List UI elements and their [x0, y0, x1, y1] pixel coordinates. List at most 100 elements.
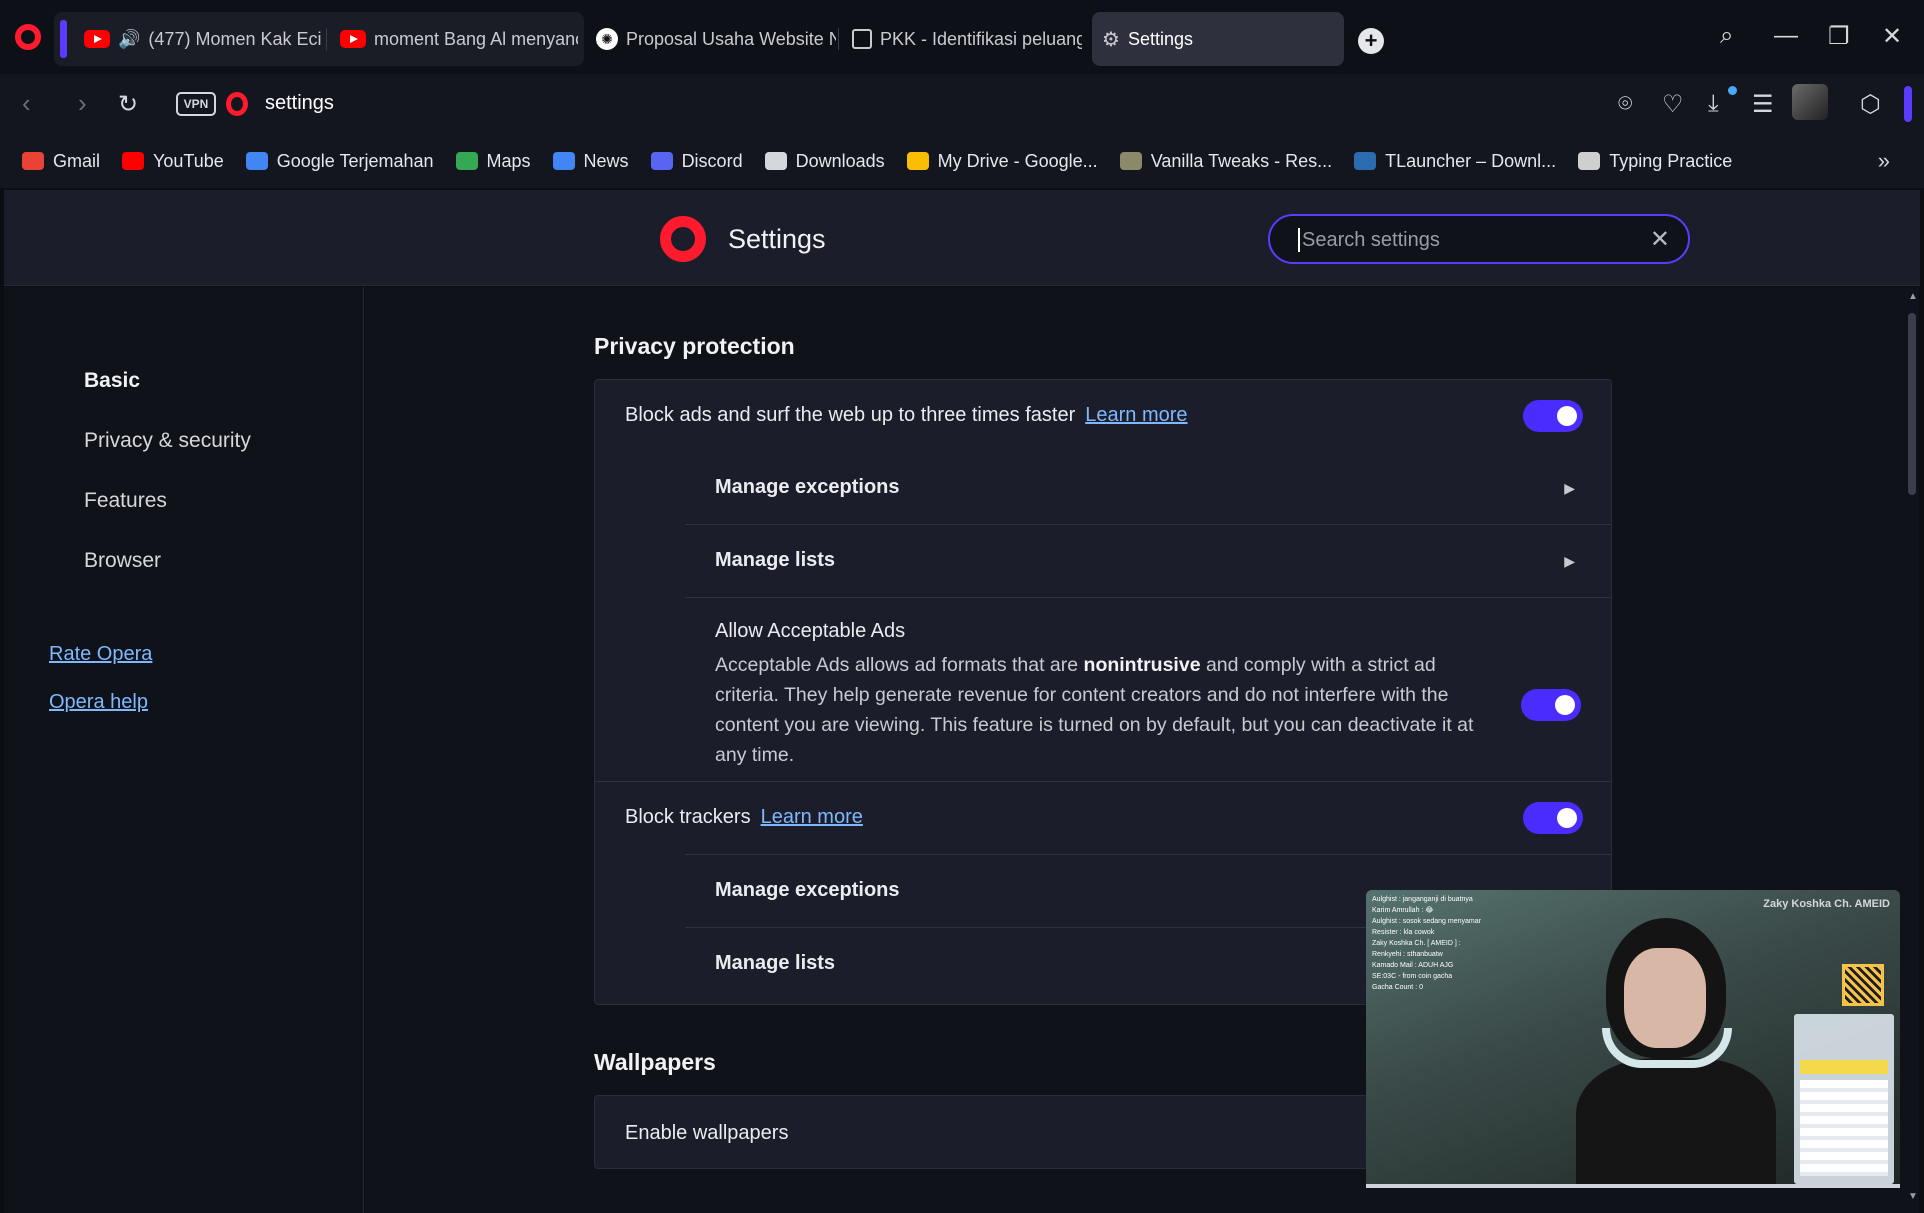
page-title: Settings	[728, 224, 826, 254]
bookmark-news[interactable]: News	[552, 151, 629, 172]
sidebar-item-browser[interactable]: Browser	[84, 549, 161, 573]
tab-label: Proposal Usaha Website N	[626, 28, 836, 49]
block-ads-label: Block ads and surf the web up to three t…	[625, 404, 1076, 426]
close-icon[interactable]: ✕	[1882, 22, 1902, 51]
tab-label: moment Bang Al menyanc	[374, 28, 578, 49]
sidebar-item-basic[interactable]: Basic	[84, 369, 140, 393]
forward-icon[interactable]: ›	[78, 88, 87, 119]
bookmark-label: Maps	[486, 150, 531, 171]
video-pip[interactable]: Aulghist : janganganji di buatnya Karim A…	[1366, 890, 1900, 1188]
streamer-image	[1516, 908, 1776, 1188]
tab-youtube-2[interactable]: moment Bang Al menyanc	[330, 12, 578, 66]
avatar[interactable]	[1792, 84, 1828, 120]
leaderboard-panel	[1794, 1014, 1894, 1184]
bookmark-typing-practice[interactable]: Typing Practice	[1578, 151, 1732, 172]
learn-more-link[interactable]: Learn more	[761, 806, 863, 828]
acceptable-ads-toggle[interactable]	[1521, 689, 1581, 721]
document-icon	[852, 29, 872, 49]
tab-chatgpt[interactable]: ✺ Proposal Usaha Website N	[586, 12, 836, 66]
browser-window: 🔊 (477) Momen Kak Eci C moment Bang Al m…	[0, 0, 1924, 1213]
tlauncher-icon	[1354, 152, 1377, 170]
bookmark-label: YouTube	[153, 150, 224, 171]
chat-line: Renkyehi : sthanbuatw	[1372, 951, 1443, 958]
opera-menu-button[interactable]	[0, 0, 56, 74]
bookmark-label: Downloads	[795, 150, 885, 171]
section-title-privacy: Privacy protection	[594, 333, 795, 359]
learn-more-link[interactable]: Learn more	[1085, 404, 1187, 426]
manage-exceptions-label: Manage exceptions	[715, 879, 900, 901]
camera-icon[interactable]: ⌾	[1618, 90, 1632, 118]
restore-icon[interactable]: ❐	[1828, 22, 1850, 51]
bookmark-download[interactable]: Downloads	[764, 150, 885, 172]
bookmark-translate[interactable]: Google Terjemahan	[245, 150, 434, 172]
manage-exceptions-row[interactable]: Manage exceptions ▶	[595, 452, 1611, 524]
back-icon[interactable]: ‹	[22, 88, 31, 119]
manage-lists-row[interactable]: Manage lists ▶	[595, 525, 1611, 597]
video-progress-bar[interactable]	[1366, 1184, 1900, 1188]
download-icon[interactable]: ⤓	[1708, 90, 1719, 118]
tab-label: (477) Momen Kak Eci C	[148, 28, 326, 49]
page-scrollbar[interactable]: ▲ ▼	[1905, 287, 1919, 1213]
extensions-icon[interactable]: ⬡	[1860, 90, 1881, 119]
minimize-icon[interactable]: —	[1774, 22, 1798, 50]
easy-setup-icon[interactable]: ☰	[1752, 90, 1774, 119]
chat-line: Kamado Mail : ADUH AJG	[1372, 962, 1454, 969]
search-tabs-icon[interactable]: ⌕	[1720, 22, 1733, 50]
bookmark-maps-pin[interactable]: Maps	[455, 150, 531, 172]
tab-settings[interactable]: ⚙ Settings	[1092, 12, 1344, 66]
block-ads-row: Block ads and surf the web up to three t…	[595, 380, 1611, 452]
chat-line: Karim Amrullah : 😂	[1372, 907, 1434, 914]
opera-help-link[interactable]: Opera help	[49, 691, 148, 714]
opera-logo-icon	[15, 24, 41, 50]
youtube-icon	[84, 30, 110, 48]
stream-brand: Zaky Koshka Ch. AMEID	[1763, 898, 1890, 910]
acceptable-ads-title: Allow Acceptable Ads	[715, 620, 906, 642]
new-tab-button[interactable]: +	[1358, 28, 1384, 54]
search-input[interactable]	[1298, 228, 1628, 252]
vpn-badge[interactable]: VPN	[176, 92, 216, 116]
bookmark-drive[interactable]: My Drive - Google...	[906, 150, 1098, 172]
tab-pkk[interactable]: PKK - Identifikasi peluang	[842, 12, 1082, 66]
tab-group-indicator[interactable]	[60, 20, 67, 58]
enable-wallpapers-label: Enable wallpapers	[625, 1122, 789, 1144]
settings-sidebar: Basic Privacy & security Features Browse…	[4, 287, 364, 1213]
manage-lists-label: Manage lists	[715, 549, 836, 571]
bookmark-label: Google Terjemahan	[276, 150, 434, 171]
speaker-icon[interactable]: 🔊	[118, 29, 140, 50]
bookmark-label: TLauncher – Downl...	[1385, 150, 1557, 171]
manage-exceptions-label: Manage exceptions	[715, 476, 900, 498]
url-field[interactable]: settings	[265, 92, 334, 115]
scroll-down-icon[interactable]: ▼	[1908, 1191, 1918, 1202]
news-icon	[552, 152, 575, 170]
search-box[interactable]: ✕	[1268, 214, 1690, 264]
bookmark-gmail[interactable]: Gmail	[22, 151, 100, 172]
scroll-up-icon[interactable]: ▲	[1908, 291, 1918, 302]
rate-opera-link[interactable]: Rate Opera	[49, 643, 152, 666]
reload-icon[interactable]: ↻	[118, 90, 138, 119]
bookmark-youtube[interactable]: YouTube	[122, 151, 224, 172]
download-icon	[764, 152, 787, 170]
vanilla-tweaks-icon	[1119, 152, 1142, 170]
sidebar-toggle[interactable]	[1904, 86, 1912, 122]
chat-line: Gacha Count : 0	[1372, 984, 1423, 991]
tab-youtube-1[interactable]: 🔊 (477) Momen Kak Eci C	[74, 12, 326, 66]
bookmark-label: My Drive - Google...	[937, 150, 1098, 171]
scrollbar-thumb[interactable]	[1908, 313, 1916, 495]
acceptable-ads-description: Acceptable Ads allows ad formats that ar…	[715, 654, 1474, 766]
opera-url-icon	[226, 92, 248, 116]
more-bookmarks-icon[interactable]: »	[1878, 148, 1890, 174]
tab-label: PKK - Identifikasi peluang	[880, 28, 1082, 49]
sidebar-item-features[interactable]: Features	[84, 489, 167, 513]
bookmark-tlauncher[interactable]: TLauncher – Downl...	[1354, 151, 1556, 172]
block-ads-toggle[interactable]	[1523, 400, 1583, 432]
bookmark-vanilla-tweaks[interactable]: Vanilla Tweaks - Res...	[1119, 151, 1332, 172]
block-trackers-toggle[interactable]	[1523, 802, 1583, 834]
heart-icon[interactable]: ♡	[1662, 90, 1684, 119]
sidebar-item-privacy-security[interactable]: Privacy & security	[84, 429, 251, 453]
chevron-right-icon: ▶	[1564, 480, 1575, 496]
bookmark-discord[interactable]: Discord	[650, 151, 743, 172]
clear-search-icon[interactable]: ✕	[1650, 225, 1670, 254]
discord-icon	[650, 152, 673, 170]
block-trackers-row: Block trackers Learn more	[595, 782, 1611, 854]
chevron-right-icon: ▶	[1564, 553, 1575, 569]
